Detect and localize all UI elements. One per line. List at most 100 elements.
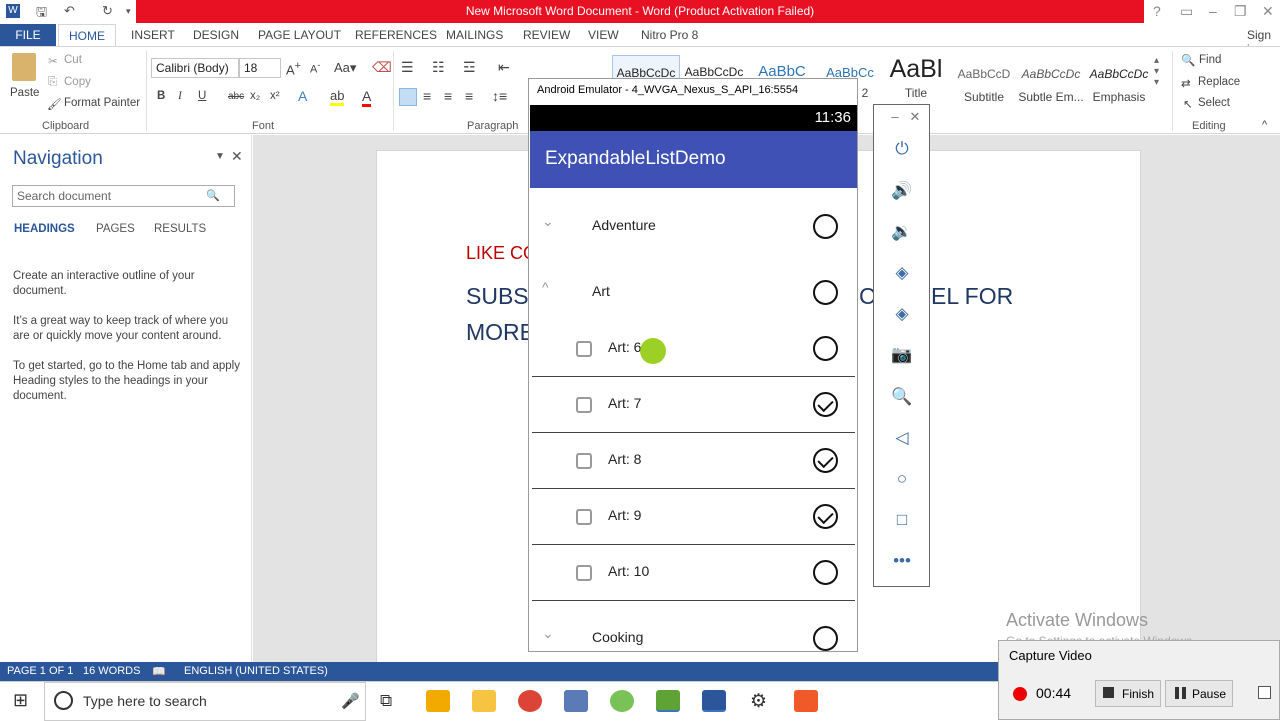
taskbar-search-input[interactable]: Type here to search — [44, 682, 366, 721]
style-subtle-emphasis[interactable]: AaBbCcDc Subtle Em... — [1017, 55, 1085, 113]
group-check-circle[interactable] — [813, 214, 838, 239]
tab-home[interactable]: HOME — [58, 24, 116, 47]
subscript-icon[interactable]: x₂ — [250, 90, 260, 102]
child-row-art-7[interactable]: Art: 7 — [530, 377, 857, 433]
camtasia-icon[interactable] — [656, 690, 680, 712]
child-checkbox[interactable] — [576, 341, 592, 357]
tab-design[interactable]: DESIGN — [193, 28, 239, 42]
camera-icon[interactable]: 📷 — [891, 345, 913, 365]
tab-headings[interactable]: HEADINGS — [14, 223, 75, 235]
ribbon-display-icon[interactable]: ▭ — [1180, 3, 1193, 20]
style-emphasis[interactable]: AaBbCcDc Emphasis — [1085, 55, 1153, 113]
strikethrough-icon[interactable]: abc — [228, 91, 244, 102]
italic-icon[interactable]: I — [178, 90, 182, 102]
group-check-circle[interactable] — [813, 626, 838, 651]
paste-icon[interactable] — [12, 53, 36, 81]
highlight-icon[interactable]: ab — [330, 88, 345, 106]
group-check-circle[interactable] — [813, 280, 838, 305]
search-document-input[interactable]: Search document — [12, 185, 235, 207]
styles-scroll-icon[interactable]: ▴ ▾ ▾ — [1154, 55, 1159, 88]
child-row-art-9[interactable]: Art: 9 — [530, 489, 857, 545]
group-row-art[interactable]: ^ Art — [530, 265, 857, 321]
child-checkbox[interactable] — [576, 509, 592, 525]
rotate-right-icon[interactable]: ◈ — [891, 304, 913, 324]
zoom-icon[interactable]: 🔍 — [891, 387, 913, 407]
tab-mailings[interactable]: MAILINGS — [446, 28, 503, 42]
pane-options-icon[interactable]: ▼ — [215, 151, 225, 162]
volume-up-icon[interactable]: 🔊 — [891, 181, 913, 201]
child-row-art-6[interactable]: Art: 6 — [530, 321, 857, 377]
windows-start-icon[interactable]: ⊞ — [13, 690, 28, 711]
tab-references[interactable]: REFERENCES — [355, 28, 437, 42]
store-icon[interactable] — [426, 690, 450, 712]
text-effects-icon[interactable]: A — [298, 88, 307, 104]
child-check-circle[interactable] — [813, 336, 838, 361]
cut-button[interactable]: Cut — [64, 54, 82, 66]
select-button[interactable]: Select — [1198, 97, 1230, 109]
bold-icon[interactable]: B — [157, 90, 165, 102]
change-case-icon[interactable]: Aa▾ — [334, 60, 356, 76]
line-spacing-icon[interactable]: ↕≡ — [492, 88, 507, 104]
justify-icon[interactable]: ≡ — [465, 88, 473, 104]
customize-qat-icon[interactable]: ▾ — [126, 6, 131, 17]
volume-down-icon[interactable]: 🔉 — [891, 222, 913, 242]
child-check-circle[interactable] — [813, 504, 838, 529]
underline-icon[interactable]: U — [198, 90, 206, 102]
emulator-minimize-icon[interactable]: – — [884, 109, 906, 124]
align-center-icon[interactable]: ≡ — [423, 88, 431, 104]
align-right-icon[interactable]: ≡ — [444, 88, 452, 104]
group-row-adventure[interactable]: ⌄ Adventure — [530, 199, 857, 255]
child-checkbox[interactable] — [576, 453, 592, 469]
font-color-icon[interactable]: A — [362, 88, 372, 107]
font-name-combo[interactable]: Calibri (Body) — [151, 58, 239, 78]
expand-panel-icon[interactable] — [1258, 686, 1271, 699]
close-pane-icon[interactable]: ✕ — [231, 148, 243, 165]
format-painter-button[interactable]: Format Painter — [64, 97, 140, 109]
font-size-combo[interactable]: 18 — [239, 58, 281, 78]
word-taskbar-icon[interactable] — [702, 690, 726, 712]
group-row-cooking[interactable]: ⌄ Cooking — [530, 611, 857, 667]
android-studio-icon[interactable] — [610, 690, 634, 712]
tab-page-layout[interactable]: PAGE LAYOUT — [258, 28, 341, 42]
style-subtitle[interactable]: AaBbCcD Subtitle — [950, 55, 1018, 113]
find-button[interactable]: Find — [1199, 54, 1221, 66]
tab-results[interactable]: RESULTS — [154, 223, 206, 235]
close-icon[interactable]: ✕ — [1262, 3, 1274, 20]
language[interactable]: ENGLISH (UNITED STATES) — [184, 665, 328, 677]
numbering-icon[interactable]: ☷ — [432, 59, 445, 76]
superscript-icon[interactable]: x² — [270, 90, 280, 102]
power-icon[interactable]: ⏻ — [891, 139, 913, 159]
tab-file[interactable]: FILE — [0, 24, 56, 46]
bullets-icon[interactable]: ☰ — [401, 59, 414, 76]
save-icon[interactable]: 🖫 — [36, 3, 47, 25]
task-view-icon[interactable]: ⧉ — [380, 691, 392, 711]
search-icon[interactable]: 🔍 — [206, 189, 220, 202]
page-count[interactable]: PAGE 1 OF 1 — [7, 665, 73, 677]
clear-format-icon[interactable]: ⌫ — [372, 59, 392, 76]
child-check-circle[interactable] — [813, 392, 838, 417]
shrink-font-icon[interactable]: A- — [310, 60, 320, 76]
maximize-icon[interactable]: ❐ — [1234, 3, 1247, 20]
child-row-art-10[interactable]: Art: 10 — [530, 545, 857, 601]
more-icon[interactable]: ••• — [891, 551, 913, 571]
word-count[interactable]: 16 WORDS — [83, 665, 140, 677]
multilevel-list-icon[interactable]: ☲ — [463, 59, 476, 76]
overview-icon[interactable]: □ — [891, 510, 913, 530]
undo-icon[interactable]: ↶ — [64, 3, 75, 19]
collapse-ribbon-icon[interactable]: ^ — [1262, 119, 1267, 131]
chrome-icon[interactable] — [518, 690, 542, 712]
child-checkbox[interactable] — [576, 397, 592, 413]
help-icon[interactable]: ? — [1153, 3, 1161, 19]
file-explorer-icon[interactable] — [472, 690, 496, 712]
child-row-art-8[interactable]: Art: 8 — [530, 433, 857, 489]
copy-button[interactable]: Copy — [64, 76, 91, 88]
rotate-left-icon[interactable]: ◈ — [891, 263, 913, 283]
child-check-circle[interactable] — [813, 448, 838, 473]
paste-button[interactable]: Paste — [10, 87, 39, 99]
redo-icon[interactable]: ↻ — [102, 3, 113, 19]
emulator-close-icon[interactable]: ✕ — [904, 109, 926, 125]
tab-nitro[interactable]: Nitro Pro 8 — [641, 28, 698, 42]
minimize-icon[interactable]: – — [1209, 3, 1217, 19]
replace-button[interactable]: Replace — [1198, 76, 1240, 88]
decrease-indent-icon[interactable]: ⇤ — [498, 59, 510, 76]
